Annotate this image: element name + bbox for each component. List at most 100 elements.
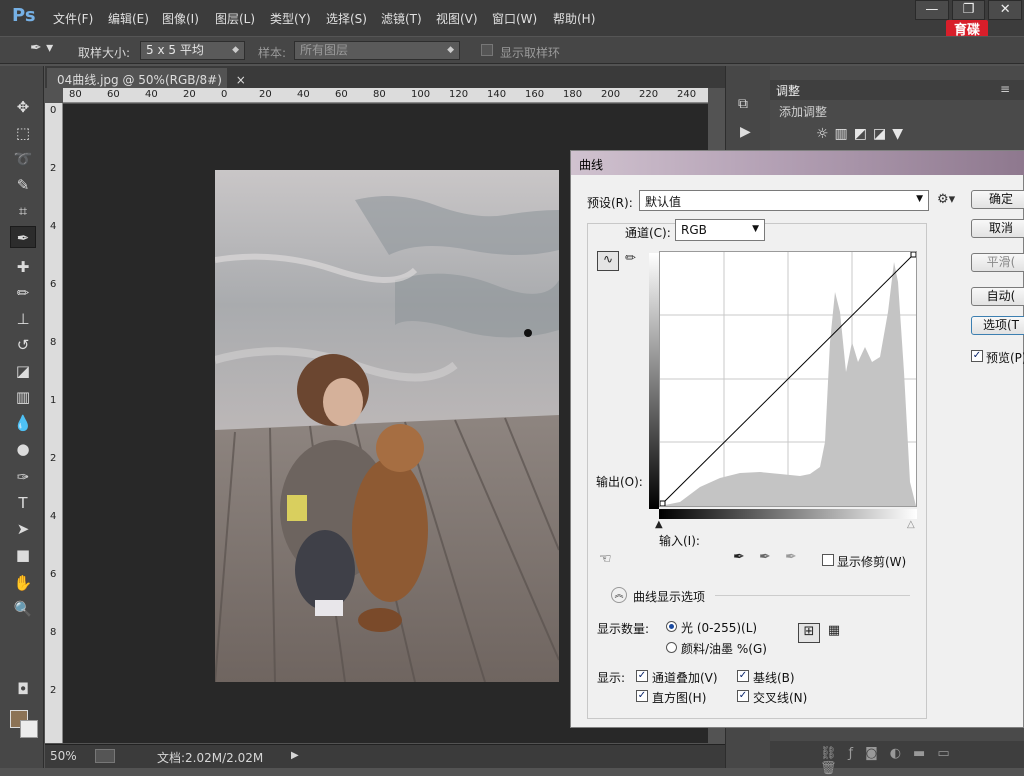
input-gradient-bar — [659, 509, 917, 519]
baseline-label: 基线(B) — [753, 671, 795, 685]
pigment-radio[interactable] — [666, 642, 677, 653]
chevron-down-icon: ▼ — [916, 194, 923, 204]
photo-image — [215, 170, 559, 682]
menu-window[interactable]: 窗口(W) — [492, 10, 537, 27]
history-icon[interactable]: ⧉ — [738, 96, 748, 112]
menu-filter[interactable]: 滤镜(T) — [381, 10, 422, 27]
ruler-tick-label: 80 — [69, 89, 82, 100]
eraser-tool-icon[interactable]: ◪ — [10, 360, 36, 382]
output-gradient-bar — [649, 253, 659, 509]
histogram-checkbox[interactable]: ✓ — [636, 690, 648, 702]
zoom-tool-icon[interactable]: 🔍 — [10, 598, 36, 620]
history-brush-icon[interactable]: ↺ — [10, 334, 36, 356]
curve-point-tool-icon[interactable]: ∿ — [597, 251, 619, 271]
window-controls: — ❐ ✕ — [915, 0, 1023, 20]
ruler-tick-label: 0 — [50, 105, 57, 116]
pencil-icon[interactable]: ✏ — [625, 251, 636, 266]
path-select-tool-icon[interactable]: ➤ — [10, 518, 36, 540]
ruler-tick-label: 1 — [50, 395, 57, 406]
ruler-tick-label: 20 — [259, 89, 272, 100]
sample-value: 所有图层 — [300, 43, 349, 57]
lasso-tool-icon[interactable]: ➰ — [10, 148, 36, 170]
document-tab[interactable]: 04曲线.jpg @ 50%(RGB/8#) × — [47, 68, 246, 88]
menu-view[interactable]: 视图(V) — [436, 10, 478, 27]
show-clipping-checkbox[interactable] — [822, 554, 834, 566]
menu-help[interactable]: 帮助(H) — [553, 10, 595, 27]
hand-adjust-icon[interactable]: ☜ — [599, 551, 612, 567]
channel-select[interactable]: RGB ▼ — [675, 219, 765, 241]
show-ring-checkbox[interactable] — [481, 44, 493, 56]
panel-subtitle: 添加调整 — [779, 105, 828, 119]
chevron-down-icon: ▼ — [752, 224, 759, 234]
close-icon[interactable]: × — [236, 73, 246, 87]
healing-brush-icon[interactable]: ✚ — [10, 256, 36, 278]
menu-image[interactable]: 图像(I) — [162, 10, 199, 27]
ruler-tick-label: 160 — [525, 89, 545, 100]
marquee-tool-icon[interactable]: ⬚ — [10, 122, 36, 144]
crop-tool-icon[interactable]: ⌗ — [10, 200, 36, 222]
menu-file[interactable]: 文件(F) — [53, 10, 93, 27]
black-slider-icon[interactable]: ▲ — [655, 519, 663, 530]
preset-select[interactable]: 默认值 ▼ — [639, 190, 929, 211]
baseline-checkbox[interactable]: ✓ — [737, 670, 749, 682]
adjustment-icons[interactable]: ☼▥◩◪▼ — [816, 126, 909, 142]
intersection-checkbox[interactable]: ✓ — [737, 690, 749, 702]
channel-overlay-checkbox[interactable]: ✓ — [636, 670, 648, 682]
photoshop-logo: Ps — [12, 5, 36, 26]
ruler-tick-label: 40 — [297, 89, 310, 100]
black-eyedropper-icon[interactable]: ✒ — [733, 549, 745, 565]
hand-tool-icon[interactable]: ✋ — [10, 572, 36, 594]
sample-select[interactable]: 所有图层 ◆ — [294, 41, 460, 60]
ok-button[interactable]: 确定 — [971, 190, 1024, 209]
close-button[interactable]: ✕ — [988, 0, 1023, 20]
status-icon[interactable] — [95, 749, 115, 763]
menu-select[interactable]: 选择(S) — [326, 10, 367, 27]
light-radio[interactable] — [666, 621, 677, 632]
minimize-button[interactable]: — — [915, 0, 949, 20]
eyedropper-tool-icon[interactable]: ✒ — [10, 226, 36, 248]
menu-edit[interactable]: 编辑(E) — [108, 10, 149, 27]
gear-icon[interactable]: ⚙▾ — [937, 192, 955, 207]
layers-footer-icons[interactable]: ⛓ƒ◙◐▬▭🗑 — [770, 741, 1024, 776]
brush-tool-icon[interactable]: ✏ — [10, 282, 36, 304]
curve-graph[interactable] — [659, 251, 917, 507]
white-slider-icon[interactable]: △ — [907, 519, 915, 530]
sample-size-select[interactable]: 5 x 5 平均 ◆ — [140, 41, 245, 60]
type-tool-icon[interactable]: T — [10, 492, 36, 514]
collapse-icon[interactable]: ︽ — [611, 587, 627, 603]
shape-tool-icon[interactable]: ■ — [10, 544, 36, 566]
pen-tool-icon[interactable]: ✑ — [10, 466, 36, 488]
stamp-tool-icon[interactable]: ⊥ — [10, 308, 36, 330]
sample-label: 样本: — [258, 46, 287, 60]
grid-10-icon[interactable]: ▦ — [825, 623, 843, 643]
menu-layer[interactable]: 图层(L) — [215, 10, 255, 27]
gradient-tool-icon[interactable]: ▥ — [10, 386, 36, 408]
options-button[interactable]: 选项(T — [971, 316, 1024, 335]
play-icon[interactable]: ▶ — [740, 124, 751, 140]
quick-select-tool-icon[interactable]: ✎ — [10, 174, 36, 196]
menu-type[interactable]: 类型(Y) — [270, 10, 311, 27]
dodge-tool-icon[interactable]: ● — [10, 438, 36, 460]
tab-adjustments[interactable]: 调整 — [776, 82, 800, 99]
quick-mask-icon[interactable]: ◘ — [10, 678, 36, 700]
zoom-level[interactable]: 50% — [50, 749, 77, 763]
ruler-tick-label: 220 — [639, 89, 659, 100]
cancel-button[interactable]: 取消 — [971, 219, 1024, 238]
white-eyedropper-icon[interactable]: ✒ — [785, 549, 797, 565]
preview-checkbox[interactable]: ✓ — [971, 350, 983, 362]
status-menu-arrow[interactable]: ▶ — [291, 750, 299, 761]
grid-4-icon[interactable]: ⊞ — [798, 623, 820, 643]
document-photo[interactable] — [215, 170, 559, 682]
restore-button[interactable]: ❐ — [951, 0, 986, 20]
blur-tool-icon[interactable]: 💧 — [10, 412, 36, 434]
auto-button[interactable]: 自动( — [971, 287, 1024, 306]
display-options-label: 曲线显示选项 — [633, 590, 706, 604]
smooth-button[interactable]: 平滑( — [971, 253, 1024, 272]
background-color-swatch[interactable] — [20, 720, 38, 738]
gray-eyedropper-icon[interactable]: ✒ — [759, 549, 771, 565]
move-tool-icon[interactable]: ✥ — [10, 96, 36, 118]
ruler-tick-label: 120 — [449, 89, 469, 100]
panel-menu-icon[interactable]: ≡ — [1000, 82, 1010, 96]
preset-value: 默认值 — [645, 195, 682, 209]
eyedropper-tool-icon[interactable]: ✒ ▾ — [30, 40, 60, 60]
